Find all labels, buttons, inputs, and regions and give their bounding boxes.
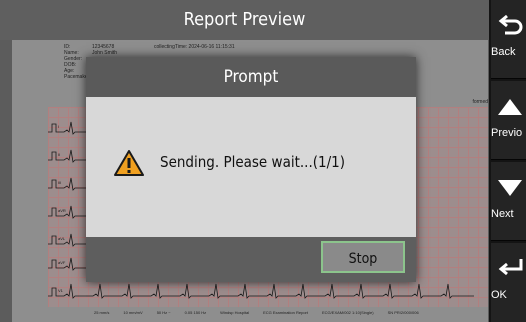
lead-label: aVR [58, 208, 66, 213]
warning-icon [114, 150, 144, 176]
footer-item: ECG Examination Report [263, 310, 308, 315]
next-button[interactable]: Next [491, 162, 526, 241]
lead-label: I [58, 124, 59, 129]
stop-button[interactable]: Stop [321, 241, 405, 273]
screen: Report Preview ID: 12345678 Name: John Smi… [0, 0, 526, 322]
lead-label: III [58, 180, 61, 185]
triangle-down-icon [498, 180, 522, 196]
dialog-title: Prompt [86, 57, 416, 97]
back-button[interactable]: Back [491, 0, 526, 79]
lead-label: aVL [58, 236, 66, 241]
report-footer: 25 mm/s 10 mm/mV 50 Hz ~ 0.05 150 Hz Win… [94, 310, 419, 315]
lead-label: V1 [58, 288, 64, 293]
back-label: Back [491, 46, 516, 58]
lead-label: aVF [58, 260, 66, 265]
ecg-trace-rhythm [48, 283, 474, 299]
previous-button[interactable]: Previo [491, 81, 526, 160]
window-title: Report Preview [0, 0, 489, 40]
ok-label: OK [491, 289, 507, 301]
dialog-message: Sending. Please wait...(1/1) [160, 153, 345, 171]
ok-button[interactable]: OK [491, 243, 526, 322]
lead-label: II [58, 152, 60, 157]
back-arrow-icon [498, 14, 523, 35]
prompt-dialog: Prompt Sending. Please wait...(1/1) Stop [86, 57, 416, 282]
dialog-body: Sending. Please wait...(1/1) [86, 97, 416, 237]
sidebar: Back Previo Next OK [489, 0, 526, 322]
footer-item: 25 mm/s [94, 310, 110, 315]
previous-label: Previo [491, 127, 523, 139]
footer-item: SN PR/2/000/006 [387, 310, 419, 315]
footer-item: 0.05 150 Hz [184, 310, 207, 315]
footer-item: 10 mm/mV [123, 310, 143, 315]
footer-item: Windsp Hospital [220, 310, 250, 315]
footer-item: ECG/EXAM/002 1:10(Single) [322, 310, 374, 315]
footer-item: 50 Hz ~ [156, 310, 171, 315]
triangle-up-icon [498, 99, 522, 115]
enter-icon [498, 259, 523, 276]
next-label: Next [491, 208, 514, 220]
dialog-footer: Stop [86, 237, 416, 282]
